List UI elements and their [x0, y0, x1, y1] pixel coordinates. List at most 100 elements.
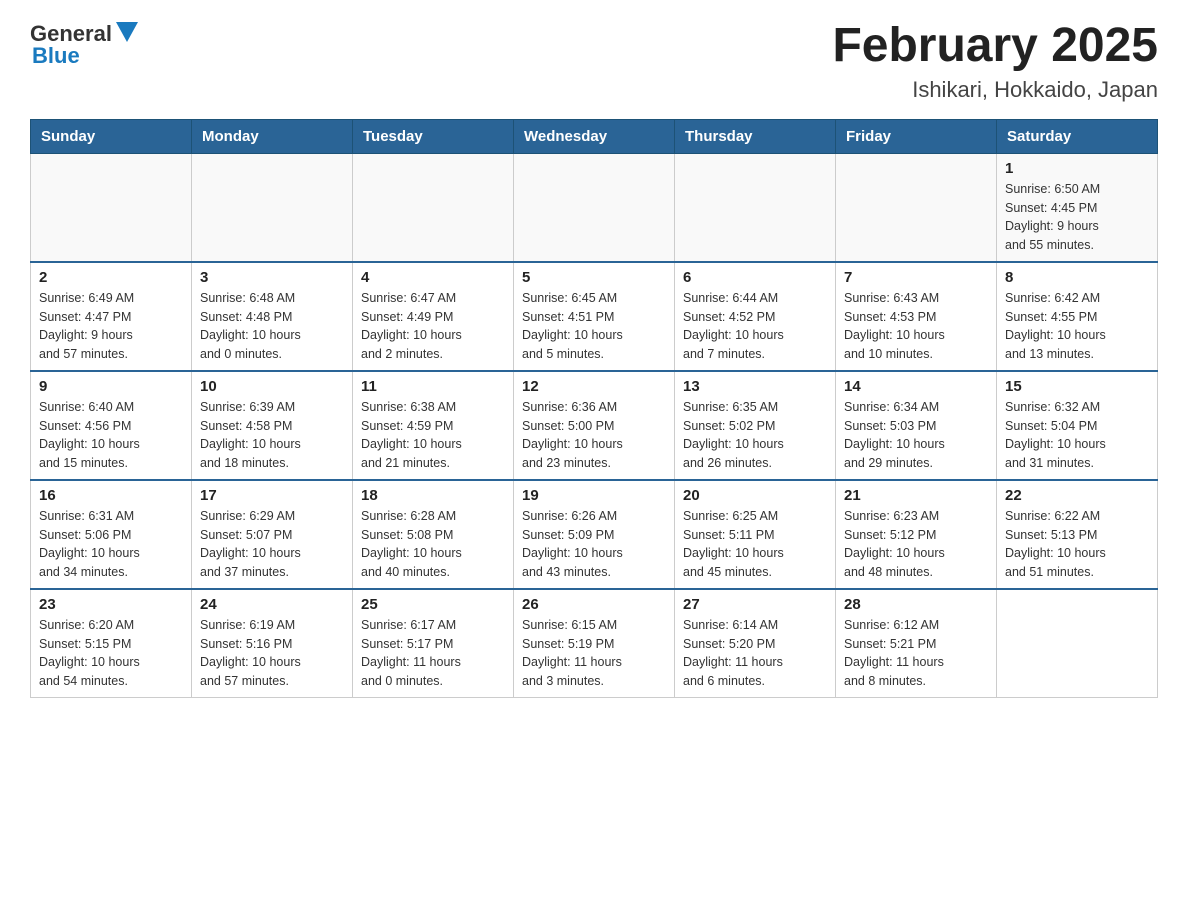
calendar-cell: 17 Sunrise: 6:29 AMSunset: 5:07 PMDayligh… — [192, 480, 353, 589]
calendar-cell: 21 Sunrise: 6:23 AMSunset: 5:12 PMDayligh… — [836, 480, 997, 589]
week-row-2: 2 Sunrise: 6:49 AMSunset: 4:47 PMDaylight… — [31, 262, 1158, 371]
logo: General Blue — [30, 20, 138, 69]
calendar-cell: 5Sunrise: 6:45 AMSunset: 4:51 PMDaylight… — [514, 262, 675, 371]
header-wednesday: Wednesday — [514, 119, 675, 153]
day-number: 14 — [844, 378, 988, 395]
calendar-cell: 12 Sunrise: 6:36 AMSunset: 5:00 PMDayligh… — [514, 371, 675, 480]
calendar-cell — [836, 153, 997, 262]
day-number: 5 — [522, 269, 666, 286]
day-info: Sunrise: 6:47 AMSunset: 4:49 PMDaylight:… — [361, 289, 505, 364]
day-number: 13 — [683, 378, 827, 395]
calendar-cell: 20 Sunrise: 6:25 AMSunset: 5:11 PMDayligh… — [675, 480, 836, 589]
day-number: 24 — [200, 596, 344, 613]
day-number: 6 — [683, 269, 827, 286]
day-number: 22 — [1005, 487, 1149, 504]
calendar-cell — [514, 153, 675, 262]
day-number: 18 — [361, 487, 505, 504]
day-number: 15 — [1005, 378, 1149, 395]
logo-triangle-icon — [116, 22, 138, 42]
week-row-5: 23Sunrise: 6:20 AMSunset: 5:15 PMDayligh… — [31, 589, 1158, 698]
day-number: 17 — [200, 487, 344, 504]
header-saturday: Saturday — [997, 119, 1158, 153]
day-number: 7 — [844, 269, 988, 286]
day-number: 9 — [39, 378, 183, 395]
header-tuesday: Tuesday — [353, 119, 514, 153]
day-number: 25 — [361, 596, 505, 613]
calendar-cell — [997, 589, 1158, 698]
day-number: 4 — [361, 269, 505, 286]
week-row-4: 16 Sunrise: 6:31 AMSunset: 5:06 PMDayligh… — [31, 480, 1158, 589]
day-info: Sunrise: 6:31 AMSunset: 5:06 PMDaylight:… — [39, 507, 183, 582]
day-number: 21 — [844, 487, 988, 504]
calendar-cell — [192, 153, 353, 262]
calendar-cell: 7 Sunrise: 6:43 AMSunset: 4:53 PMDaylight… — [836, 262, 997, 371]
calendar-cell: 8 Sunrise: 6:42 AMSunset: 4:55 PMDaylight… — [997, 262, 1158, 371]
day-number: 20 — [683, 487, 827, 504]
day-info: Sunrise: 6:43 AMSunset: 4:53 PMDaylight:… — [844, 289, 988, 364]
day-number: 2 — [39, 269, 183, 286]
day-info: Sunrise: 6:25 AMSunset: 5:11 PMDaylight:… — [683, 507, 827, 582]
calendar-cell: 4 Sunrise: 6:47 AMSunset: 4:49 PMDaylight… — [353, 262, 514, 371]
weekday-header-row: Sunday Monday Tuesday Wednesday Thursday… — [31, 119, 1158, 153]
calendar-cell: 1 Sunrise: 6:50 AMSunset: 4:45 PMDaylight… — [997, 153, 1158, 262]
calendar-cell — [353, 153, 514, 262]
calendar-cell: 6 Sunrise: 6:44 AMSunset: 4:52 PMDaylight… — [675, 262, 836, 371]
week-row-1: 1 Sunrise: 6:50 AMSunset: 4:45 PMDaylight… — [31, 153, 1158, 262]
calendar-cell: 27 Sunrise: 6:14 AMSunset: 5:20 PMDayligh… — [675, 589, 836, 698]
calendar-cell: 16 Sunrise: 6:31 AMSunset: 5:06 PMDayligh… — [31, 480, 192, 589]
day-info: Sunrise: 6:49 AMSunset: 4:47 PMDaylight:… — [39, 289, 183, 364]
calendar-cell: 25 Sunrise: 6:17 AMSunset: 5:17 PMDayligh… — [353, 589, 514, 698]
calendar-cell: 2 Sunrise: 6:49 AMSunset: 4:47 PMDaylight… — [31, 262, 192, 371]
day-info: Sunrise: 6:17 AMSunset: 5:17 PMDaylight:… — [361, 616, 505, 691]
calendar-cell: 28 Sunrise: 6:12 AMSunset: 5:21 PMDayligh… — [836, 589, 997, 698]
day-number: 27 — [683, 596, 827, 613]
day-info: Sunrise: 6:22 AMSunset: 5:13 PMDaylight:… — [1005, 507, 1149, 582]
day-info: Sunrise: 6:15 AMSunset: 5:19 PMDaylight:… — [522, 616, 666, 691]
calendar-cell — [675, 153, 836, 262]
day-info: Sunrise: 6:20 AMSunset: 5:15 PMDaylight:… — [39, 616, 183, 691]
day-info: Sunrise: 6:35 AMSunset: 5:02 PMDaylight:… — [683, 398, 827, 473]
page-subtitle: Ishikari, Hokkaido, Japan — [832, 77, 1158, 103]
calendar-cell: 26 Sunrise: 6:15 AMSunset: 5:19 PMDayligh… — [514, 589, 675, 698]
day-info: Sunrise: 6:12 AMSunset: 5:21 PMDaylight:… — [844, 616, 988, 691]
day-number: 10 — [200, 378, 344, 395]
day-info: Sunrise: 6:42 AMSunset: 4:55 PMDaylight:… — [1005, 289, 1149, 364]
page-header: General Blue February 2025 Ishikari, Hok… — [30, 20, 1158, 103]
day-info: Sunrise: 6:39 AMSunset: 4:58 PMDaylight:… — [200, 398, 344, 473]
calendar-cell: 10 Sunrise: 6:39 AMSunset: 4:58 PMDayligh… — [192, 371, 353, 480]
title-block: February 2025 Ishikari, Hokkaido, Japan — [832, 20, 1158, 103]
day-info: Sunrise: 6:50 AMSunset: 4:45 PMDaylight:… — [1005, 180, 1149, 255]
day-info: Sunrise: 6:34 AMSunset: 5:03 PMDaylight:… — [844, 398, 988, 473]
day-number: 12 — [522, 378, 666, 395]
day-number: 1 — [1005, 160, 1149, 177]
logo-blue: Blue — [32, 43, 80, 69]
day-number: 26 — [522, 596, 666, 613]
day-info: Sunrise: 6:48 AMSunset: 4:48 PMDaylight:… — [200, 289, 344, 364]
day-number: 11 — [361, 378, 505, 395]
day-info: Sunrise: 6:28 AMSunset: 5:08 PMDaylight:… — [361, 507, 505, 582]
day-number: 3 — [200, 269, 344, 286]
day-info: Sunrise: 6:44 AMSunset: 4:52 PMDaylight:… — [683, 289, 827, 364]
day-number: 8 — [1005, 269, 1149, 286]
week-row-3: 9Sunrise: 6:40 AMSunset: 4:56 PMDaylight… — [31, 371, 1158, 480]
header-monday: Monday — [192, 119, 353, 153]
day-info: Sunrise: 6:32 AMSunset: 5:04 PMDaylight:… — [1005, 398, 1149, 473]
day-info: Sunrise: 6:36 AMSunset: 5:00 PMDaylight:… — [522, 398, 666, 473]
day-number: 28 — [844, 596, 988, 613]
header-sunday: Sunday — [31, 119, 192, 153]
calendar-cell: 24 Sunrise: 6:19 AMSunset: 5:16 PMDayligh… — [192, 589, 353, 698]
calendar-cell — [31, 153, 192, 262]
calendar-cell: 22 Sunrise: 6:22 AMSunset: 5:13 PMDayligh… — [997, 480, 1158, 589]
day-info: Sunrise: 6:14 AMSunset: 5:20 PMDaylight:… — [683, 616, 827, 691]
day-number: 16 — [39, 487, 183, 504]
day-info: Sunrise: 6:23 AMSunset: 5:12 PMDaylight:… — [844, 507, 988, 582]
calendar-cell: 3 Sunrise: 6:48 AMSunset: 4:48 PMDaylight… — [192, 262, 353, 371]
day-info: Sunrise: 6:19 AMSunset: 5:16 PMDaylight:… — [200, 616, 344, 691]
calendar-cell: 15 Sunrise: 6:32 AMSunset: 5:04 PMDayligh… — [997, 371, 1158, 480]
calendar-cell: 18 Sunrise: 6:28 AMSunset: 5:08 PMDayligh… — [353, 480, 514, 589]
calendar-cell: 13 Sunrise: 6:35 AMSunset: 5:02 PMDayligh… — [675, 371, 836, 480]
calendar-cell: 9Sunrise: 6:40 AMSunset: 4:56 PMDaylight… — [31, 371, 192, 480]
day-info: Sunrise: 6:38 AMSunset: 4:59 PMDaylight:… — [361, 398, 505, 473]
day-info: Sunrise: 6:29 AMSunset: 5:07 PMDaylight:… — [200, 507, 344, 582]
header-thursday: Thursday — [675, 119, 836, 153]
